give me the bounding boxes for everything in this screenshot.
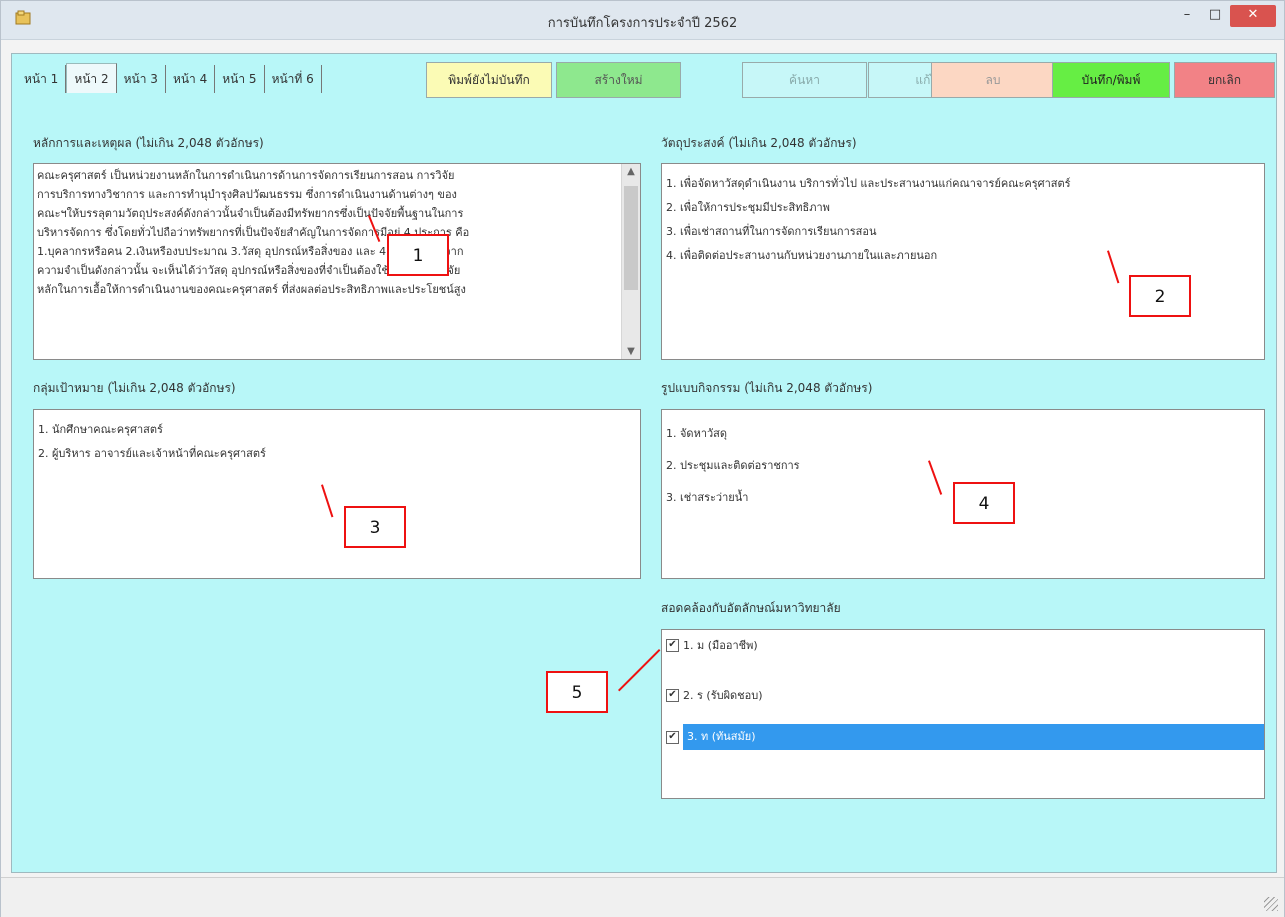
identity-label: สอดคล้องกับอัตลักษณ์มหาวิทยาลัย — [661, 601, 841, 615]
scroll-thumb[interactable] — [624, 186, 638, 290]
principles-label: หลักการและเหตุผล (ไม่เกิน 2,048 ตัวอักษร… — [33, 136, 264, 150]
scroll-down-icon[interactable]: ▼ — [622, 346, 640, 357]
tab-page-2[interactable]: หน้า 2 — [66, 63, 117, 93]
tab-page-1[interactable]: หน้า 1 — [17, 65, 67, 93]
activity-line: 1. จัดหาวัสดุ — [666, 427, 728, 440]
objectives-line: 3. เพื่อเช่าสถานที่ในการจัดการเรียนการสอ… — [666, 225, 877, 238]
identity-item-label: 1. ม (มืออาชีพ) — [683, 639, 758, 652]
identity-item-3[interactable]: ✔ 3. ท (ทันสมัย) — [666, 724, 1264, 750]
principles-line: การบริการทางวิชาการ และการทำนุบำรุงศิลปว… — [37, 188, 457, 201]
objectives-label: วัตถุประสงค์ (ไม่เกิน 2,048 ตัวอักษร) — [661, 136, 857, 150]
activity-line: 2. ประชุมและติดต่อราชการ — [666, 459, 800, 472]
save-print-button[interactable]: บันทึก/พิมพ์ — [1052, 62, 1170, 98]
checkbox-icon[interactable]: ✔ — [666, 688, 679, 702]
tab-page-5[interactable]: หน้า 5 — [215, 65, 265, 93]
minimize-button[interactable]: – — [1174, 5, 1200, 27]
principles-textarea[interactable]: คณะครุศาสตร์ เป็นหน่วยงานหลักในการดำเนิน… — [33, 163, 641, 360]
target-group-line: 1. นักศึกษาคณะครุศาสตร์ — [38, 423, 163, 436]
checkbox-icon[interactable]: ✔ — [666, 638, 679, 652]
identity-item-label: 2. ร (รับผิดชอบ) — [683, 689, 763, 702]
app-window: การบันทึกโครงการประจำปี 2562 – □ ✕ หน้า … — [0, 0, 1285, 917]
target-group-textarea[interactable]: 1. นักศึกษาคณะครุศาสตร์ 2. ผู้บริหาร อาจ… — [33, 409, 641, 579]
callout-5-box: 5 — [546, 671, 608, 713]
callout-2-box: 2 — [1129, 275, 1191, 317]
callout-4-box: 4 — [953, 482, 1015, 524]
page-tabs: หน้า 1 หน้า 2 หน้า 3 หน้า 4 หน้า 5 หน้าท… — [17, 63, 322, 93]
activity-label: รูปแบบกิจกรรม (ไม่เกิน 2,048 ตัวอักษร) — [661, 381, 873, 395]
identity-item-1[interactable]: ✔ 1. ม (มืออาชีพ) — [666, 632, 758, 658]
callout-3-box: 3 — [344, 506, 406, 548]
tab-page-6[interactable]: หน้าที่ 6 — [265, 65, 322, 93]
tab-page-3[interactable]: หน้า 3 — [117, 65, 166, 93]
print-unsaved-button[interactable]: พิมพ์ยังไม่บันทึก — [426, 62, 552, 98]
scroll-up-icon[interactable]: ▲ — [622, 166, 640, 177]
window-title: การบันทึกโครงการประจำปี 2562 — [547, 16, 738, 31]
principles-line: ความจำเป็นดังกล่าวนั้น จะเห็นได้ว่าวัสดุ… — [37, 264, 461, 277]
maximize-button[interactable]: □ — [1202, 5, 1228, 27]
principles-line: หลักในการเอื้อให้การดำเนินงานของคณะครุศา… — [37, 283, 466, 296]
principles-scrollbar[interactable]: ▲ ▼ — [621, 164, 640, 359]
objectives-textarea[interactable]: 1. เพื่อจัดหาวัสดุดำเนินงาน บริการทั่วไป… — [661, 163, 1265, 360]
target-group-label: กลุ่มเป้าหมาย (ไม่เกิน 2,048 ตัวอักษร) — [33, 381, 236, 395]
objectives-line: 2. เพื่อให้การประชุมมีประสิทธิภาพ — [666, 201, 830, 214]
objectives-line: 4. เพื่อติดต่อประสานงานกับหน่วยงานภายในแ… — [666, 249, 938, 262]
resize-grip-icon[interactable] — [1264, 897, 1278, 911]
status-bar — [1, 877, 1284, 917]
principles-line: บริหารจัดการ ซึ่งโดยทั่วไปถือว่าทรัพยากร… — [37, 226, 470, 239]
principles-line: คณะฯให้บรรลุตามวัตถุประสงค์ดังกล่าวนั้นจ… — [37, 207, 464, 220]
title-bar[interactable]: การบันทึกโครงการประจำปี 2562 – □ ✕ — [1, 1, 1284, 40]
close-button[interactable]: ✕ — [1230, 5, 1276, 27]
principles-line: 1.บุคลากรหรือคน 2.เงินหรืองบประมาณ 3.วัส… — [37, 245, 464, 258]
target-group-line: 2. ผู้บริหาร อาจารย์และเจ้าหน้าที่คณะครุ… — [38, 447, 266, 460]
identity-item-label: 3. ท (ทันสมัย) — [683, 724, 1264, 750]
callout-1-box: 1 — [387, 234, 449, 276]
principles-line: คณะครุศาสตร์ เป็นหน่วยงานหลักในการดำเนิน… — [37, 169, 455, 182]
cancel-button[interactable]: ยกเลิก — [1174, 62, 1275, 98]
delete-button[interactable]: ลบ — [931, 62, 1055, 98]
new-button[interactable]: สร้างใหม่ — [556, 62, 681, 98]
identity-item-2[interactable]: ✔ 2. ร (รับผิดชอบ) — [666, 682, 763, 708]
objectives-line: 1. เพื่อจัดหาวัสดุดำเนินงาน บริการทั่วไป… — [666, 177, 1071, 190]
search-button[interactable]: ค้นหา — [742, 62, 867, 98]
identity-checklist[interactable]: ✔ 1. ม (มืออาชีพ) ✔ 2. ร (รับผิดชอบ) ✔ 3… — [661, 629, 1265, 799]
tab-page-4[interactable]: หน้า 4 — [166, 65, 216, 93]
checkbox-icon[interactable]: ✔ — [666, 730, 679, 744]
